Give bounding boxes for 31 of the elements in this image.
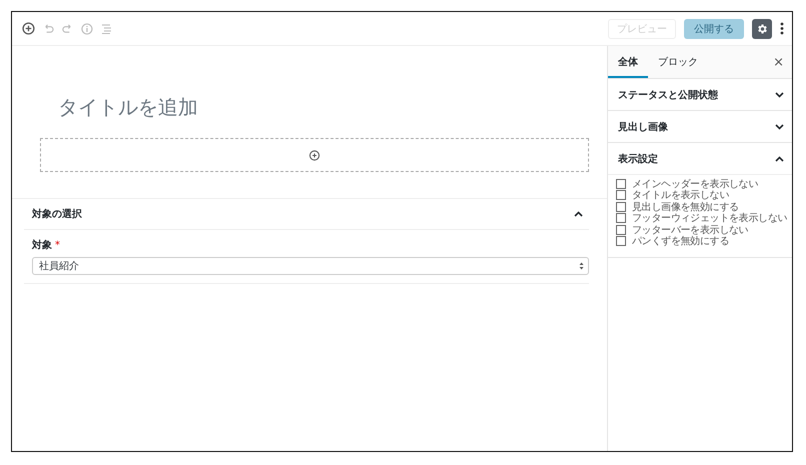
required-mark: * bbox=[55, 240, 60, 250]
settings-button[interactable] bbox=[752, 18, 772, 38]
field-label: 対象 bbox=[32, 238, 52, 252]
more-options-icon[interactable] bbox=[780, 22, 784, 35]
checkbox[interactable] bbox=[616, 190, 626, 200]
sidebar-tab[interactable]: ブロック bbox=[648, 46, 708, 78]
checkbox[interactable] bbox=[616, 178, 626, 189]
plus-icon bbox=[309, 150, 320, 160]
checkbox-label: タイトルを表示しない bbox=[632, 189, 730, 202]
metabox-header[interactable]: 対象の選択 bbox=[24, 199, 589, 230]
checkbox[interactable] bbox=[616, 236, 626, 246]
metabox-title: 対象の選択 bbox=[32, 207, 82, 221]
target-select[interactable]: 社員紹介 bbox=[32, 257, 589, 275]
checkbox-label: フッターウィジェットを表示しない bbox=[632, 212, 788, 224]
chevron-down-icon bbox=[775, 92, 784, 98]
chevron-down-icon bbox=[775, 124, 784, 130]
checkbox[interactable] bbox=[616, 213, 626, 224]
checkbox[interactable] bbox=[616, 202, 626, 212]
sidebar-tab[interactable]: 全体 bbox=[608, 46, 648, 78]
select-arrows-icon bbox=[579, 262, 584, 270]
chevron-up-icon bbox=[775, 156, 784, 162]
checkbox-label: パンくずを無効にする bbox=[632, 234, 730, 248]
checkbox-label: 見出し画像を無効にする bbox=[632, 200, 739, 213]
title-field[interactable]: タイトルを追加 bbox=[12, 46, 607, 138]
gear-icon bbox=[756, 22, 768, 34]
checkbox-label: フッターバーを表示しない bbox=[632, 224, 748, 236]
close-button[interactable]: × bbox=[765, 46, 792, 78]
chevron-up-icon bbox=[574, 211, 583, 217]
add-block-icon[interactable] bbox=[22, 22, 35, 35]
checkbox-label: メインヘッダーを表示しない bbox=[632, 178, 758, 190]
checkbox[interactable] bbox=[616, 224, 626, 235]
